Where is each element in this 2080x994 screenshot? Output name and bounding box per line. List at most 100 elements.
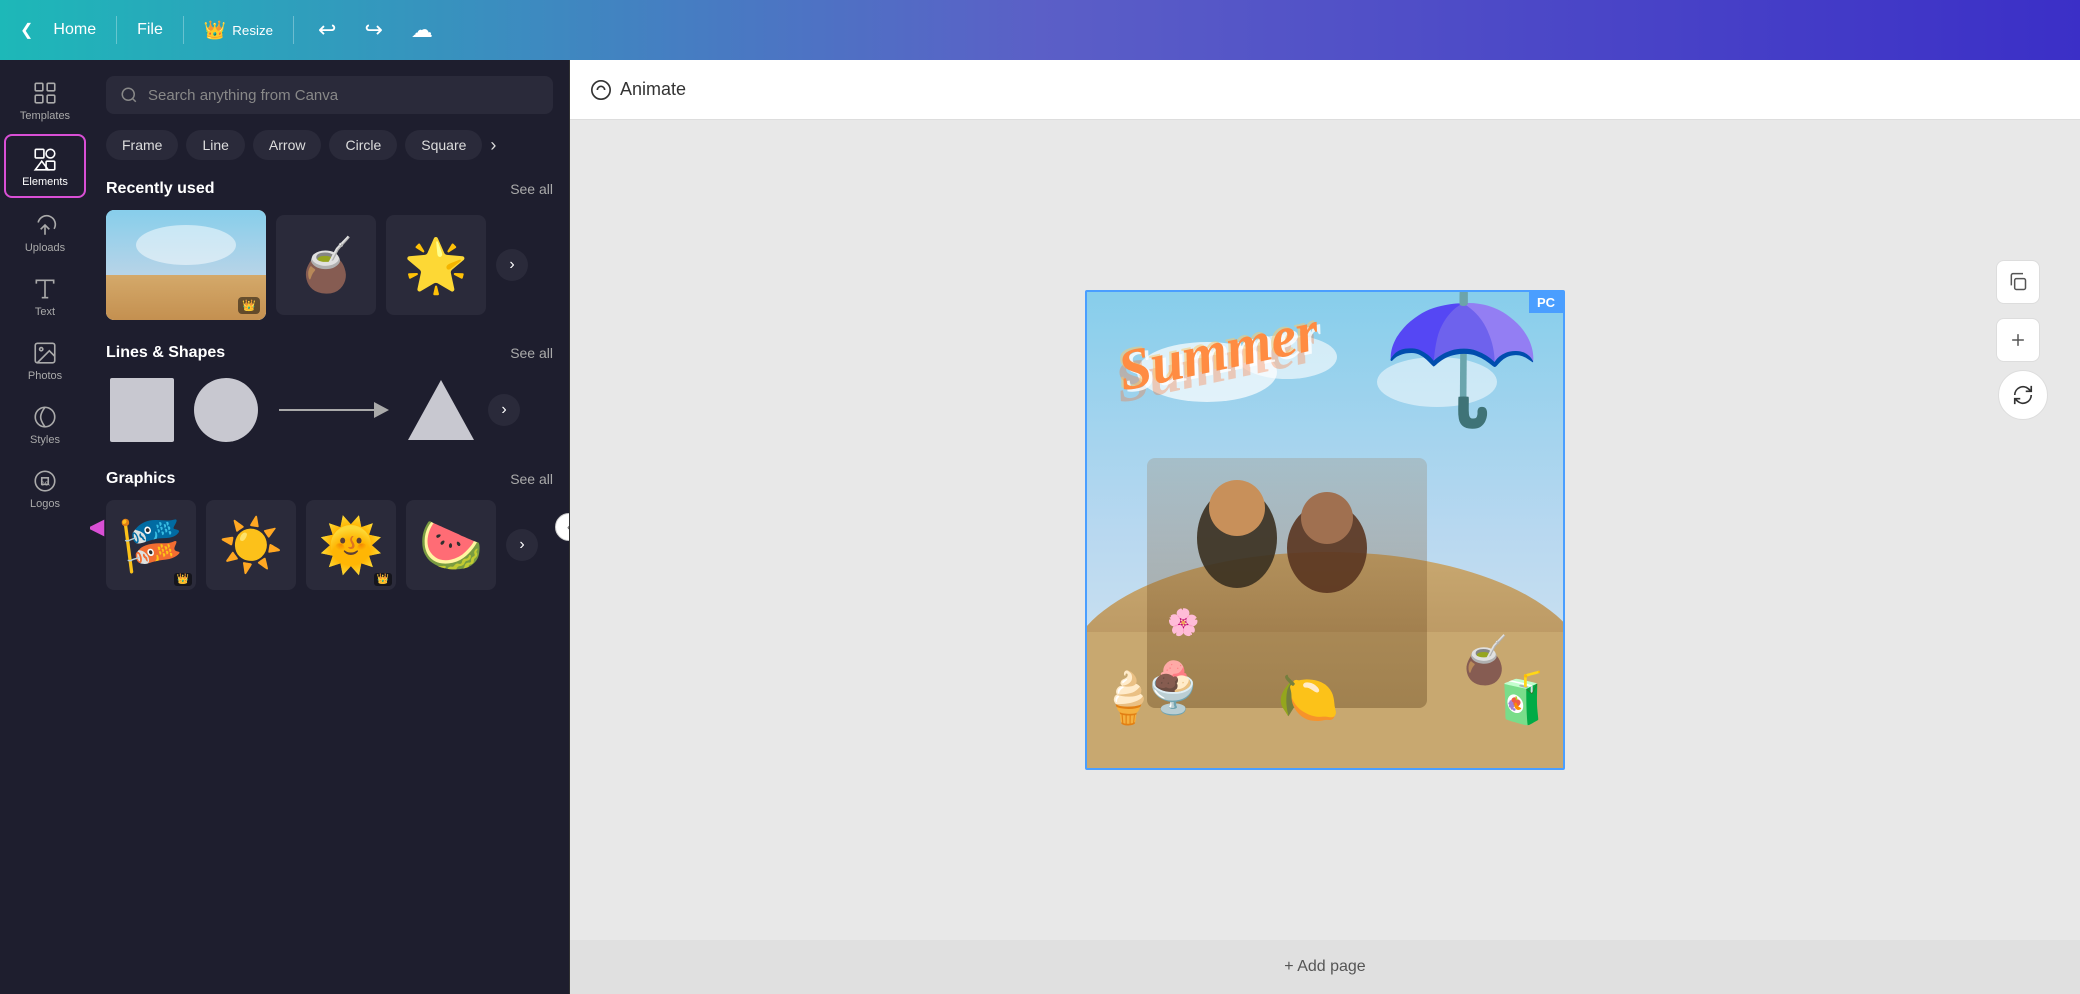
elements-label: Elements xyxy=(22,176,68,188)
umbrella-sticker: ☂️ xyxy=(1381,290,1543,435)
ball-sticker: 🍋 xyxy=(1277,669,1339,728)
graphic-sun[interactable]: ☀️ xyxy=(206,500,296,590)
chips-more-button[interactable]: › xyxy=(490,135,496,156)
shapes-grid: › xyxy=(106,374,553,446)
file-button[interactable]: File xyxy=(137,21,163,39)
crown-badge-bunting: 👑 xyxy=(174,573,192,586)
canvas-area: Animate xyxy=(570,60,2080,994)
circle-shape-icon xyxy=(190,374,262,446)
elements-panel: Frame Line Arrow Circle Square › Recentl… xyxy=(90,60,570,994)
add-button[interactable] xyxy=(1996,318,2040,362)
graphics-header: Graphics See all xyxy=(106,470,553,488)
shape-square[interactable] xyxy=(106,374,178,446)
search-icon xyxy=(120,86,138,104)
redo-button[interactable]: ↪ xyxy=(360,13,386,47)
shape-triangle[interactable] xyxy=(406,375,476,445)
sidebar-item-elements[interactable]: Elements xyxy=(4,134,86,198)
drink3-sticker: 🧉 xyxy=(1456,633,1513,688)
back-icon: ❮ xyxy=(20,20,33,40)
triangle-shape-icon xyxy=(406,375,476,445)
rotate-container xyxy=(1998,370,2048,420)
shape-circle[interactable] xyxy=(190,374,262,446)
canvas-frame[interactable]: Summer Summer ☂️ 🍦 xyxy=(1085,290,1565,770)
recent-next-button[interactable]: › xyxy=(496,249,528,281)
icon-bar: Templates Elements Uploads xyxy=(0,60,90,994)
recently-used-see-all[interactable]: See all xyxy=(510,181,553,197)
add-page-button[interactable]: + Add page xyxy=(1284,958,1365,976)
recently-used-title: Recently used xyxy=(106,180,214,198)
animate-label: Animate xyxy=(620,79,686,100)
styles-label: Styles xyxy=(30,434,60,446)
cloud-button[interactable]: ☁ xyxy=(407,13,437,47)
chip-arrow[interactable]: Arrow xyxy=(253,130,322,160)
recent-item-beach[interactable]: 👑 xyxy=(106,210,266,320)
recently-used-header: Recently used See all xyxy=(106,180,553,198)
chip-square[interactable]: Square xyxy=(405,130,482,160)
crown-badge-sun: 👑 xyxy=(374,573,392,586)
recent-item-sun[interactable]: 🌟 xyxy=(386,215,486,315)
svg-text:co.: co. xyxy=(41,478,51,487)
filter-chips: Frame Line Arrow Circle Square › xyxy=(106,130,553,160)
sidebar-item-text[interactable]: Text xyxy=(4,266,86,326)
divider3 xyxy=(293,16,294,44)
lines-shapes-title: Lines & Shapes xyxy=(106,344,225,362)
shape-arrow-line[interactable] xyxy=(274,390,394,430)
sidebar-item-styles[interactable]: Styles xyxy=(4,394,86,454)
animate-icon xyxy=(590,79,612,101)
graphics-see-all[interactable]: See all xyxy=(510,471,553,487)
sidebar-item-uploads[interactable]: Uploads xyxy=(4,202,86,262)
divider xyxy=(116,16,117,44)
resize-button[interactable]: 👑 Resize xyxy=(204,20,273,41)
hide-panel-button[interactable]: ‹ xyxy=(555,513,570,541)
divider2 xyxy=(183,16,184,44)
uploads-label: Uploads xyxy=(25,242,65,254)
main-layout: Templates Elements Uploads xyxy=(0,60,2080,994)
home-button[interactable]: Home xyxy=(53,21,96,39)
sidebar-item-logos[interactable]: co. Logos xyxy=(4,458,86,518)
file-label: File xyxy=(137,21,163,39)
shapes-next-button[interactable]: › xyxy=(488,394,520,426)
lines-shapes-see-all[interactable]: See all xyxy=(510,345,553,361)
recently-used-grid: 👑 🧉 🌟 › xyxy=(106,210,553,320)
chip-circle[interactable]: Circle xyxy=(329,130,397,160)
canvas-workspace: Summer Summer ☂️ 🍦 xyxy=(570,120,2080,940)
templates-icon xyxy=(32,80,58,106)
graphics-grid: 🎏 👑 ☀️ 🌞 👑 🍉 › xyxy=(106,500,553,590)
graphics-title: Graphics xyxy=(106,470,175,488)
arrow-line-icon xyxy=(274,390,394,430)
canvas-toolbar: Animate xyxy=(570,60,2080,120)
styles-icon xyxy=(32,404,58,430)
resize-label: Resize xyxy=(232,23,273,38)
graphics-next-button[interactable]: › xyxy=(506,529,538,561)
photos-label: Photos xyxy=(28,370,62,382)
icecream2-sticker: 🍨 xyxy=(1142,659,1204,718)
rotate-button[interactable] xyxy=(1998,370,2048,420)
search-input[interactable] xyxy=(148,87,539,104)
topbar-left: ❮ Home File 👑 Resize ↩ ↪ ☁ xyxy=(20,13,437,47)
elements-icon xyxy=(32,146,58,172)
graphic-watermelon[interactable]: 🍉 xyxy=(406,500,496,590)
float-toolbar xyxy=(1996,260,2040,362)
undo-button[interactable]: ↩ xyxy=(314,13,340,47)
sun-graphic-emoji: ☀️ xyxy=(219,515,284,576)
flower-sticker: 🌸 xyxy=(1167,607,1199,638)
search-bar xyxy=(106,76,553,114)
graphic-bunting[interactable]: 🎏 👑 xyxy=(106,500,196,590)
text-label: Text xyxy=(35,306,55,318)
animate-button[interactable]: Animate xyxy=(590,79,686,101)
crown-badge: 👑 xyxy=(238,297,260,314)
back-button[interactable]: ❮ xyxy=(20,20,33,40)
rotate-icon xyxy=(2012,384,2034,406)
duplicate-button[interactable] xyxy=(1996,260,2040,304)
elements-indicator-arrow: ◄ xyxy=(90,511,110,543)
square-shape-icon xyxy=(106,374,178,446)
bunting-emoji: 🎏 xyxy=(119,515,184,576)
recent-item-drink[interactable]: 🧉 xyxy=(276,215,376,315)
chip-line[interactable]: Line xyxy=(186,130,244,160)
sidebar-item-templates[interactable]: Templates xyxy=(4,70,86,130)
sidebar-item-photos[interactable]: Photos xyxy=(4,330,86,390)
chip-frame[interactable]: Frame xyxy=(106,130,178,160)
lines-shapes-header: Lines & Shapes See all xyxy=(106,344,553,362)
crown-icon: 👑 xyxy=(204,20,226,41)
graphic-sun-glasses[interactable]: 🌞 👑 xyxy=(306,500,396,590)
